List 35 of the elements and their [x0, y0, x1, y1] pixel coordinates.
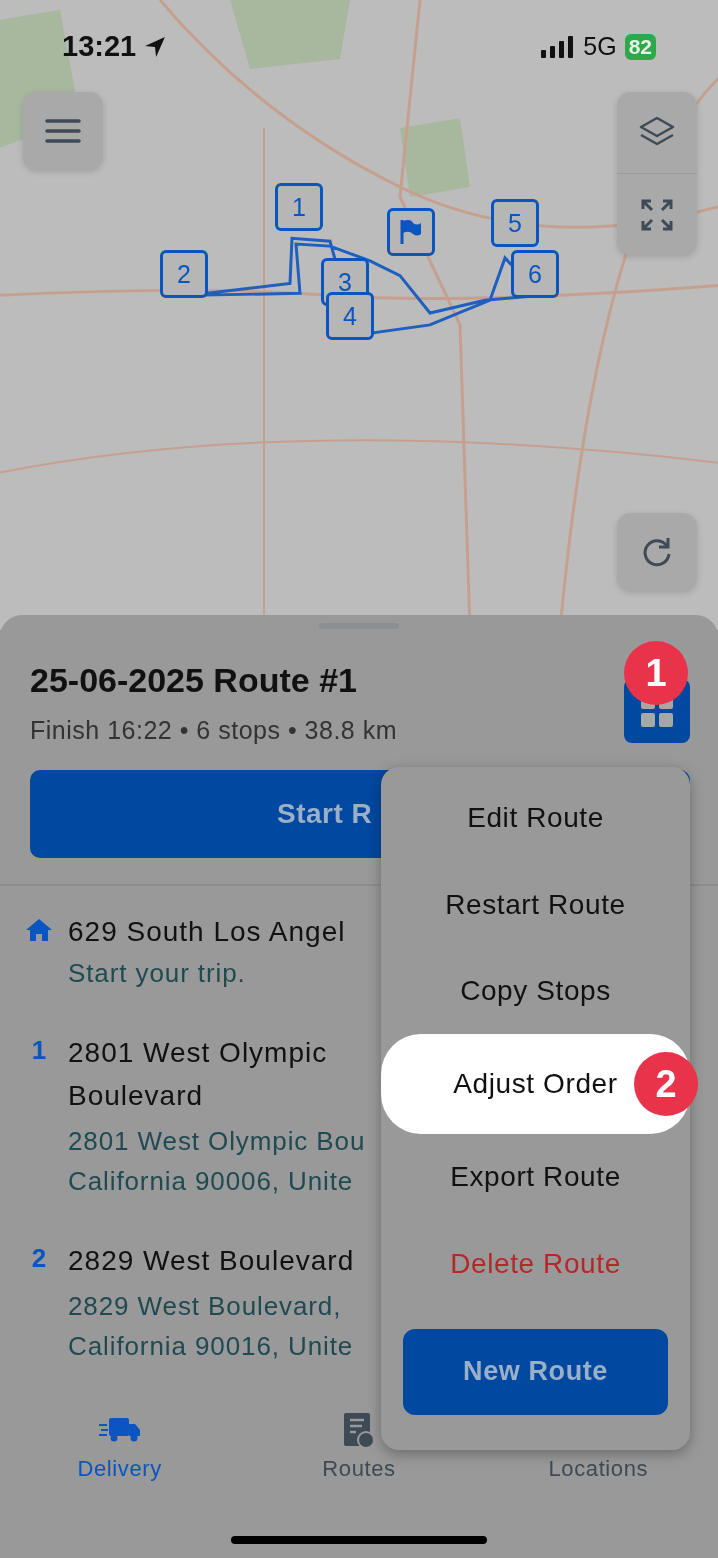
stop-pin[interactable]: 1	[275, 183, 323, 231]
signal-icon	[541, 35, 576, 58]
menu-button[interactable]	[23, 92, 103, 170]
stop-pin[interactable]: 2	[160, 250, 208, 298]
stop-name: 2829 West Boulevard	[68, 1244, 356, 1278]
menu-item[interactable]: Export Route	[381, 1134, 690, 1221]
stop-pin[interactable]: 5	[491, 199, 539, 247]
stop-number: 1	[31, 1035, 47, 1067]
route-summary: Finish 16:22 • 6 stops • 38.8 km	[30, 716, 398, 745]
status-time: 13:21	[62, 30, 137, 63]
step-badge: 1	[624, 641, 688, 705]
nav-tab[interactable]: Delivery	[0, 1406, 240, 1498]
location-arrow-icon	[144, 35, 167, 58]
flag-pin[interactable]	[387, 208, 435, 256]
stop-pin[interactable]: 4	[326, 292, 374, 340]
stop-note: Start your trip.	[68, 957, 247, 990]
route-title: 25-06-2025 Route #1	[30, 661, 358, 700]
menu-item[interactable]: Copy Stops	[381, 947, 690, 1035]
document-icon	[343, 1412, 375, 1448]
new-route-button[interactable]: New Route	[403, 1328, 668, 1415]
stop-name: 2801 West Olympic Boulevard	[68, 1036, 329, 1113]
stop-name: 629 South Los Angel	[68, 915, 347, 949]
menu-item[interactable]: Restart Route	[381, 861, 690, 948]
stop-pin[interactable]: 6	[511, 250, 559, 298]
expand-icon	[641, 198, 673, 231]
stop-address: 2829 West Boulevard, California 90016, Unite	[68, 1290, 355, 1363]
flag-icon	[399, 219, 423, 245]
stop-number: 2	[31, 1243, 47, 1275]
stop-address: 2801 West Olympic Bou California 90006, Unite	[68, 1125, 367, 1198]
menu-icon	[45, 118, 81, 144]
refresh-icon	[641, 536, 673, 568]
network-label: 5G	[583, 32, 617, 61]
refresh-button[interactable]	[617, 513, 697, 591]
menu-item[interactable]: Delete Route	[381, 1220, 690, 1307]
home-icon	[25, 918, 53, 942]
